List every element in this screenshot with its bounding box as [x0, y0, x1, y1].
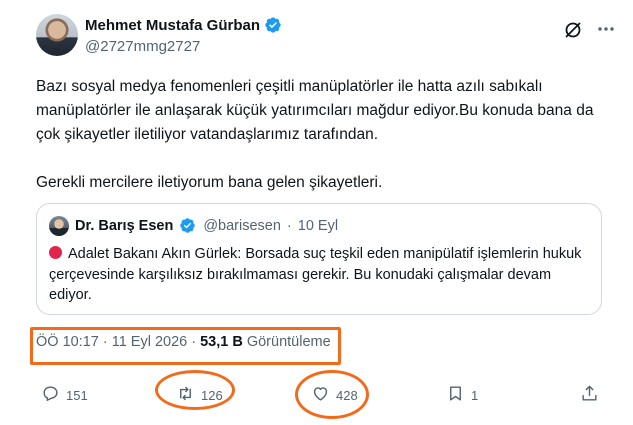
tweet-paragraph: Gerekli mercilere iletiyorum bana gelen …	[36, 174, 383, 191]
reply-count: 151	[66, 387, 88, 403]
tweet-header: Mehmet Mustafa Gürban @2727mmg2727	[36, 14, 617, 58]
tweet-paragraph: Bazı sosyal medya fenomenleri çeşitli ma…	[36, 78, 594, 143]
bookmark-icon	[446, 384, 465, 406]
quoted-separator: ·	[286, 218, 292, 234]
heart-icon	[311, 384, 330, 406]
quoted-text: Adalet Bakanı Akın Gürlek: Borsada suç t…	[49, 246, 582, 303]
author-name-row[interactable]: Mehmet Mustafa Gürban	[85, 16, 282, 34]
grok-icon[interactable]	[563, 20, 583, 40]
repost-count: 126	[201, 387, 223, 403]
author-display-name[interactable]: Mehmet Mustafa Gürban	[85, 17, 260, 34]
quoted-author-avatar	[49, 216, 69, 236]
quoted-author-handle: @barisesen	[203, 218, 281, 234]
reply-button[interactable]: 151	[41, 384, 88, 406]
like-count: 428	[336, 387, 358, 403]
tweet-text: Bazı sosyal medya fenomenleri çeşitli ma…	[36, 75, 611, 195]
quoted-date: 10 Eyl	[297, 218, 339, 234]
verified-badge-icon	[179, 217, 197, 235]
bookmark-button[interactable]: 1	[446, 384, 478, 406]
action-bar: 151 126 428 1	[36, 384, 617, 406]
red-circle-icon	[49, 246, 62, 259]
more-options-icon[interactable]	[595, 18, 617, 40]
repost-button[interactable]: 126	[176, 384, 223, 406]
share-button[interactable]	[580, 384, 599, 406]
reply-icon	[41, 384, 60, 406]
author-handle[interactable]: @2727mmg2727	[85, 38, 200, 55]
bookmark-count: 1	[471, 387, 479, 403]
meta-highlight-box	[30, 327, 341, 365]
quoted-tweet[interactable]: Dr. Barış Esen @barisesen · 10 Eyl Adale…	[36, 203, 602, 315]
like-button[interactable]: 428	[311, 384, 358, 406]
quoted-tweet-text: Adalet Bakanı Akın Gürlek: Borsada suç t…	[49, 244, 591, 306]
quoted-author-name: Dr. Barış Esen	[75, 218, 174, 234]
share-icon	[580, 384, 599, 406]
repost-icon	[176, 384, 195, 406]
author-avatar[interactable]	[36, 14, 78, 56]
quoted-tweet-header: Dr. Barış Esen @barisesen · 10 Eyl	[49, 216, 338, 236]
verified-badge-icon	[264, 16, 282, 34]
